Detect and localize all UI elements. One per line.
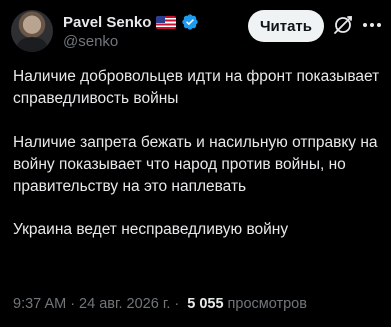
tweet-post: Pavel Senko @senko Читать Наличие добров… xyxy=(0,0,391,327)
tweet-paragraph: Наличие запрета бежать и насильную отпра… xyxy=(13,134,378,195)
avatar-shoulders xyxy=(17,37,47,52)
tweet-paragraph: Украина ведет несправедливую войну xyxy=(13,221,289,238)
tweet-date[interactable]: 24 авг. 2026 г. xyxy=(79,296,170,312)
author-handle[interactable]: @senko xyxy=(63,33,118,50)
views-label: просмотров xyxy=(227,296,307,312)
us-flag-icon xyxy=(156,15,177,29)
tweet-time[interactable]: 9:37 AM xyxy=(13,296,66,312)
verified-badge-icon[interactable] xyxy=(181,13,199,31)
meta-separator: · xyxy=(174,296,180,312)
avatar[interactable] xyxy=(11,10,53,52)
grok-icon[interactable] xyxy=(331,13,355,37)
more-dots-icon[interactable] xyxy=(360,16,384,34)
meta-separator: · xyxy=(70,296,76,312)
follow-button[interactable]: Читать xyxy=(248,10,324,42)
author-display-name[interactable]: Pavel Senko xyxy=(63,14,151,31)
tweet-text: Наличие добровольцев идти на фронт показ… xyxy=(13,66,383,241)
views-count: 5 055 xyxy=(187,296,224,312)
tweet-paragraph: Наличие добровольцев идти на фронт показ… xyxy=(13,68,380,107)
author-name-row: Pavel Senko xyxy=(63,12,199,32)
tweet-meta: 9:37 AM · 24 авг. 2026 г. · 5 055 просмо… xyxy=(13,296,307,312)
flag-canton xyxy=(156,15,166,23)
